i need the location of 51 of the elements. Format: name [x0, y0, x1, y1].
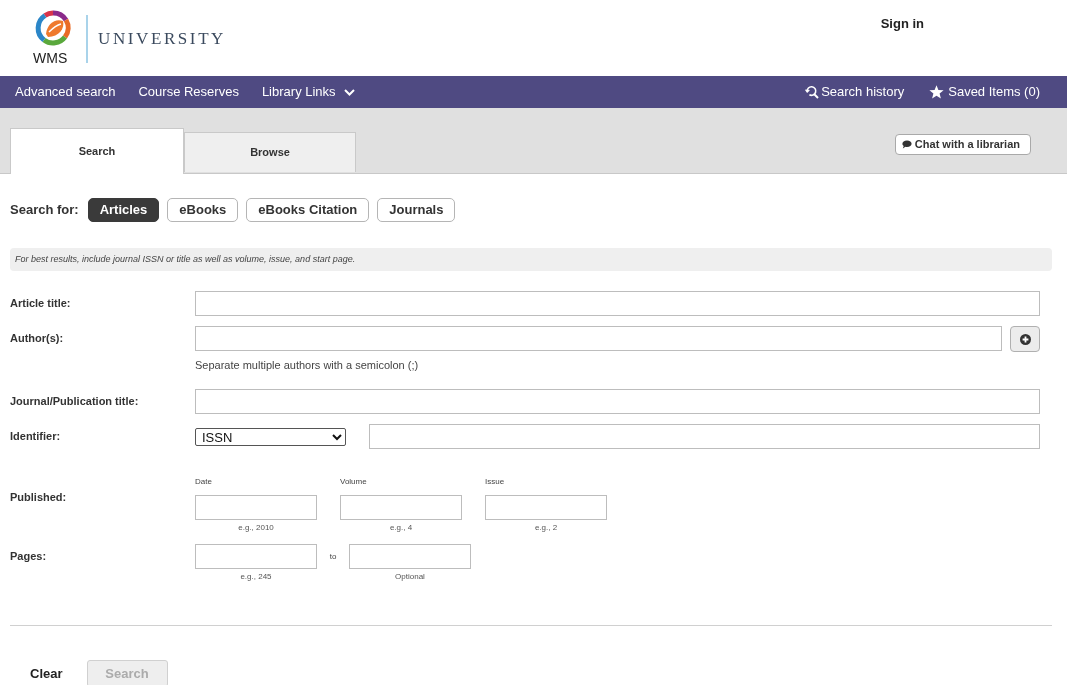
text-input[interactable]: [195, 544, 317, 569]
search-type-toggle[interactable]: eBooks: [167, 198, 239, 222]
library-links-dropdown[interactable]: Library Links: [261, 84, 355, 100]
field-label: Article title:: [10, 296, 72, 311]
search-type-toggle[interactable]: Journals: [377, 198, 456, 222]
add-author-button[interactable]: [1010, 326, 1040, 352]
saved-items-link[interactable]: Saved Items (0): [929, 84, 1040, 100]
field-label: Pages:: [10, 549, 48, 564]
field-caption: Issue: [485, 477, 505, 487]
text-input[interactable]: [369, 424, 1040, 449]
logo-text: WMS: [33, 51, 68, 66]
search-history-link[interactable]: Search history: [805, 84, 905, 100]
example-hint: e.g., 2: [534, 523, 558, 533]
chevron-down-icon: [343, 88, 355, 96]
field-label: Author(s):: [10, 331, 65, 346]
field-caption: Volume: [340, 477, 367, 487]
example-hint: e.g., 245: [240, 572, 272, 582]
university-wordmark: UNIVERSITY: [98, 29, 226, 49]
text-input[interactable]: [349, 544, 471, 569]
sign-in-link[interactable]: Sign in: [880, 16, 924, 32]
helper-text: Separate multiple authors with a semicolon (;): [195, 359, 419, 372]
tab[interactable]: Browse: [184, 132, 356, 172]
text-input[interactable]: [195, 495, 317, 520]
search-tip-banner: For best results, include journal ISSN or title as well as volume, issue, and start page.: [10, 248, 1052, 271]
text-input[interactable]: [195, 326, 1002, 351]
range-separator: to: [329, 552, 337, 561]
plus-circle-icon: [1019, 333, 1031, 345]
text-input[interactable]: [195, 291, 1040, 316]
clear-button[interactable]: Clear: [10, 658, 83, 685]
example-hint: e.g., 2010: [238, 523, 274, 533]
field-label: Journal/Publication title:: [10, 394, 140, 409]
text-input[interactable]: [485, 495, 607, 520]
search-type-toggle[interactable]: Articles: [87, 198, 160, 222]
logo-icon: [35, 10, 71, 46]
tab[interactable]: Search: [10, 128, 184, 174]
identifier-select[interactable]: ISSN: [195, 427, 346, 446]
nav-link-item[interactable]: Advanced search: [15, 84, 116, 100]
field-label: Published:: [10, 490, 68, 505]
search-type-toggle[interactable]: eBooks Citation: [246, 198, 370, 222]
example-hint: e.g., 4: [389, 523, 413, 533]
star-icon: [929, 85, 945, 99]
example-hint: Optional: [395, 572, 425, 582]
chat-button[interactable]: Chat with a librarian: [894, 134, 1031, 155]
speech-bubble-icon: [901, 140, 912, 149]
search-for-label: Search for:: [10, 201, 79, 220]
text-input[interactable]: [195, 389, 1040, 414]
search-history-icon: [805, 85, 820, 99]
nav-link-item[interactable]: Course Reserves: [138, 84, 239, 100]
text-input[interactable]: [340, 495, 462, 520]
field-label: Identifier:: [10, 429, 62, 444]
field-caption: Date: [195, 477, 212, 487]
